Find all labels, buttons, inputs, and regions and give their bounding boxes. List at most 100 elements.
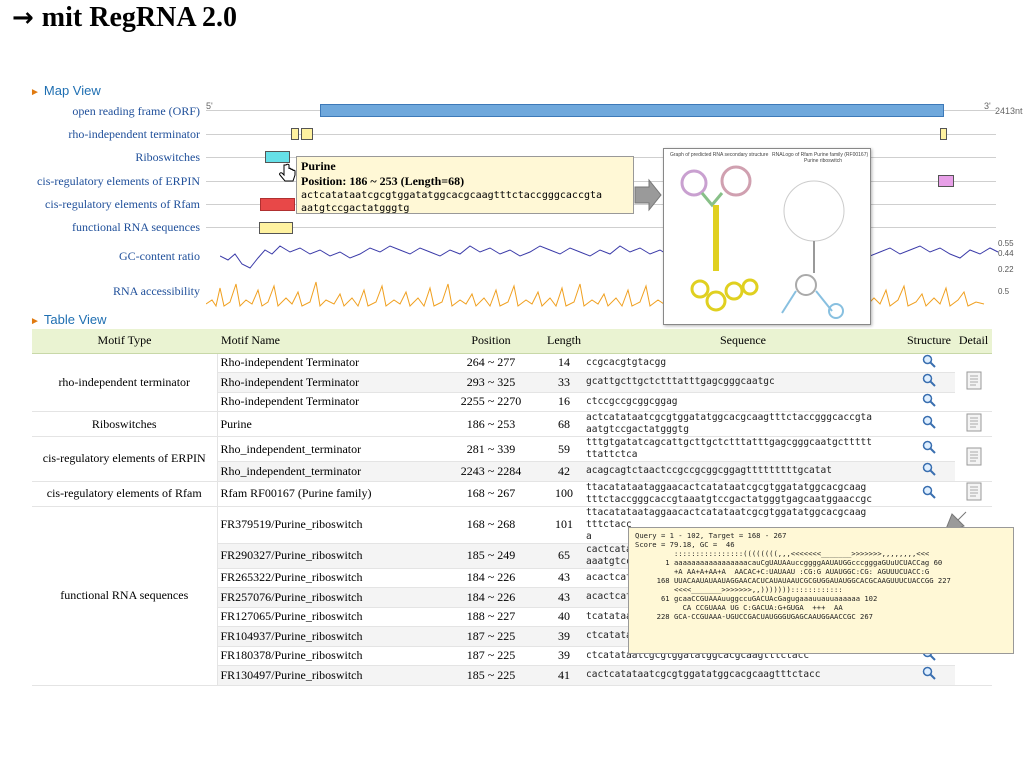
alignment-popup: Query = 1 - 102, Target = 168 - 267 Score…: [628, 527, 1014, 654]
motif-sequence: cactcatataatcgcgtggatatggcacgcaagtttctac…: [583, 665, 903, 686]
motif-type-cell: functional RNA sequences: [32, 506, 218, 686]
magnifier-icon[interactable]: [922, 485, 936, 499]
motif-tooltip: Purine Position: 186 ~ 253 (Length=68) a…: [296, 156, 634, 214]
motif-name: FR104937/Purine_riboswitch: [217, 626, 437, 647]
structure-cell[interactable]: [903, 411, 955, 437]
motif-position: 281 ~ 339: [437, 436, 545, 462]
detail-cell[interactable]: [955, 481, 992, 507]
detail-cell[interactable]: [955, 436, 992, 482]
document-icon[interactable]: [966, 482, 982, 501]
structure-cell[interactable]: [903, 372, 955, 393]
motif-type-cell: cis-regulatory elements of ERPIN: [32, 436, 218, 482]
col-header-motif-name[interactable]: Motif Name: [217, 329, 437, 354]
motif-sequence: actcatataatcgcgtggatatggcacgcaagtttctacc…: [583, 411, 903, 437]
table-view-toggle[interactable]: ► Table View: [30, 312, 107, 327]
track-label-terminator[interactable]: rho-independent terminator: [68, 127, 200, 142]
magnifier-icon[interactable]: [922, 354, 936, 368]
col-header-detail[interactable]: Detail: [955, 329, 992, 354]
map-view-label: Map View: [43, 83, 101, 98]
motif-length: 65: [545, 543, 583, 569]
alignment-line: Query = 1 - 102, Target = 168 - 267: [635, 531, 787, 540]
alignment-line: CA CCGUAAA UG C:GACUA:G+GUGA +++ AA: [635, 603, 843, 612]
motif-position: 187 ~ 225: [437, 646, 545, 666]
motif-length: 14: [545, 353, 583, 373]
map-view-toggle[interactable]: ► Map View: [30, 83, 101, 98]
structure-caption: Graph of predicted RNA secondary structu…: [670, 152, 769, 158]
motif-name: Rfam RF00167 (Purine family): [217, 481, 437, 507]
track-label-erpin[interactable]: cis-regulatory elements of ERPIN: [37, 174, 200, 189]
table-row: rho-independent terminator Rho-independe…: [32, 353, 992, 412]
tooltip-position: Position: 186 ~ 253 (Length=68): [301, 174, 465, 188]
orf-block[interactable]: [320, 104, 944, 117]
col-header-position[interactable]: Position: [437, 329, 545, 354]
terminator-block[interactable]: [301, 128, 313, 140]
col-header-length[interactable]: Length: [545, 329, 583, 354]
motif-type-cell: cis-regulatory elements of Rfam: [32, 481, 218, 507]
magnifier-icon[interactable]: [922, 440, 936, 454]
motif-position: 264 ~ 277: [437, 353, 545, 373]
motif-position: 2243 ~ 2284: [437, 461, 545, 482]
gc-tick: 0.44: [998, 249, 1014, 258]
track-label-functional[interactable]: functional RNA sequences: [72, 220, 200, 235]
structure-cell[interactable]: [903, 665, 955, 686]
detail-cell[interactable]: [955, 353, 992, 412]
structure-cell[interactable]: [903, 392, 955, 412]
motif-length: 41: [545, 665, 583, 686]
col-header-structure[interactable]: Structure: [903, 329, 955, 354]
document-icon[interactable]: [966, 413, 982, 432]
track-label-riboswitches[interactable]: Riboswitches: [135, 150, 200, 165]
hand-cursor-icon: [279, 163, 296, 182]
functional-block[interactable]: [259, 222, 293, 234]
erpin-block[interactable]: [938, 175, 954, 187]
magnifier-icon[interactable]: [922, 393, 936, 407]
magnifier-icon[interactable]: [922, 373, 936, 387]
motif-position: 185 ~ 249: [437, 543, 545, 569]
col-header-motif-type[interactable]: Motif Type: [32, 329, 217, 354]
structure-cell[interactable]: [903, 353, 955, 373]
detail-cell[interactable]: [955, 411, 992, 437]
track-label-rfam[interactable]: cis-regulatory elements of Rfam: [45, 197, 200, 212]
sequence-line: ttattctca: [586, 449, 638, 460]
gc-content-plot: [220, 245, 999, 269]
motif-position: 188 ~ 227: [437, 607, 545, 627]
motif-name: FR379519/Purine_riboswitch: [217, 506, 437, 544]
motif-length: 16: [545, 392, 583, 412]
motif-position: 168 ~ 267: [437, 481, 545, 507]
motif-length: 33: [545, 372, 583, 393]
motif-position: 185 ~ 225: [437, 665, 545, 686]
motif-position: 2255 ~ 2270: [437, 392, 545, 412]
alignment-line: <<<<_______>>>>>>>,,)))))))::::::::::::: [635, 585, 843, 594]
table-row: Riboswitches Purine 186 ~ 253 68 actcata…: [32, 411, 992, 437]
secondary-structure-graph: [680, 165, 845, 319]
document-icon[interactable]: [966, 447, 982, 466]
motif-name: FR127065/Purine_riboswitch: [217, 607, 437, 627]
terminator-block[interactable]: [291, 128, 299, 140]
motif-name: Purine: [217, 411, 437, 437]
sequence-length-tag: 2413nt: [995, 106, 1023, 116]
table-row: cis-regulatory elements of ERPIN Rho_ind…: [32, 436, 992, 482]
magnifier-icon[interactable]: [922, 415, 936, 429]
sequence-line: tttgtgatatcagcattgcttgctctttatttgagcgggc…: [586, 437, 872, 448]
tooltip-seq-line: actcatataatcgcgtggatatggcacgcaagtttctacc…: [301, 190, 603, 201]
magnifier-icon[interactable]: [922, 462, 936, 476]
alignment-line: 228 GCA-CCGUAAA-UGUCCGACUAUGGGUGAGCAAUGG…: [635, 612, 873, 621]
riboswitch-block[interactable]: [265, 151, 290, 163]
arrow-icon: →: [12, 3, 34, 33]
rfam-block[interactable]: [260, 198, 295, 211]
motif-type-cell: Riboswitches: [32, 411, 218, 437]
structure-cell[interactable]: [903, 461, 955, 482]
motif-position: 168 ~ 268: [437, 506, 545, 544]
track-label-accessibility: RNA accessibility: [113, 284, 200, 298]
motif-name: Rho-independent Terminator: [217, 392, 437, 412]
tooltip-title: Purine: [301, 159, 336, 173]
track-label-orf[interactable]: open reading frame (ORF): [72, 104, 200, 119]
terminator-block[interactable]: [940, 128, 947, 140]
structure-cell[interactable]: [903, 481, 955, 507]
document-icon[interactable]: [966, 371, 982, 390]
motif-length: 43: [545, 587, 583, 608]
magnifier-icon[interactable]: [922, 666, 936, 680]
alignment-line: 168 UUACAAUAUAAUAGGAACACUCAUAUAAUCGCGUGG…: [635, 576, 951, 585]
col-header-sequence[interactable]: Sequence: [583, 329, 903, 354]
structure-cell[interactable]: [903, 436, 955, 462]
motif-sequence: tttgtgatatcagcattgcttgctctttatttgagcgggc…: [583, 436, 903, 462]
